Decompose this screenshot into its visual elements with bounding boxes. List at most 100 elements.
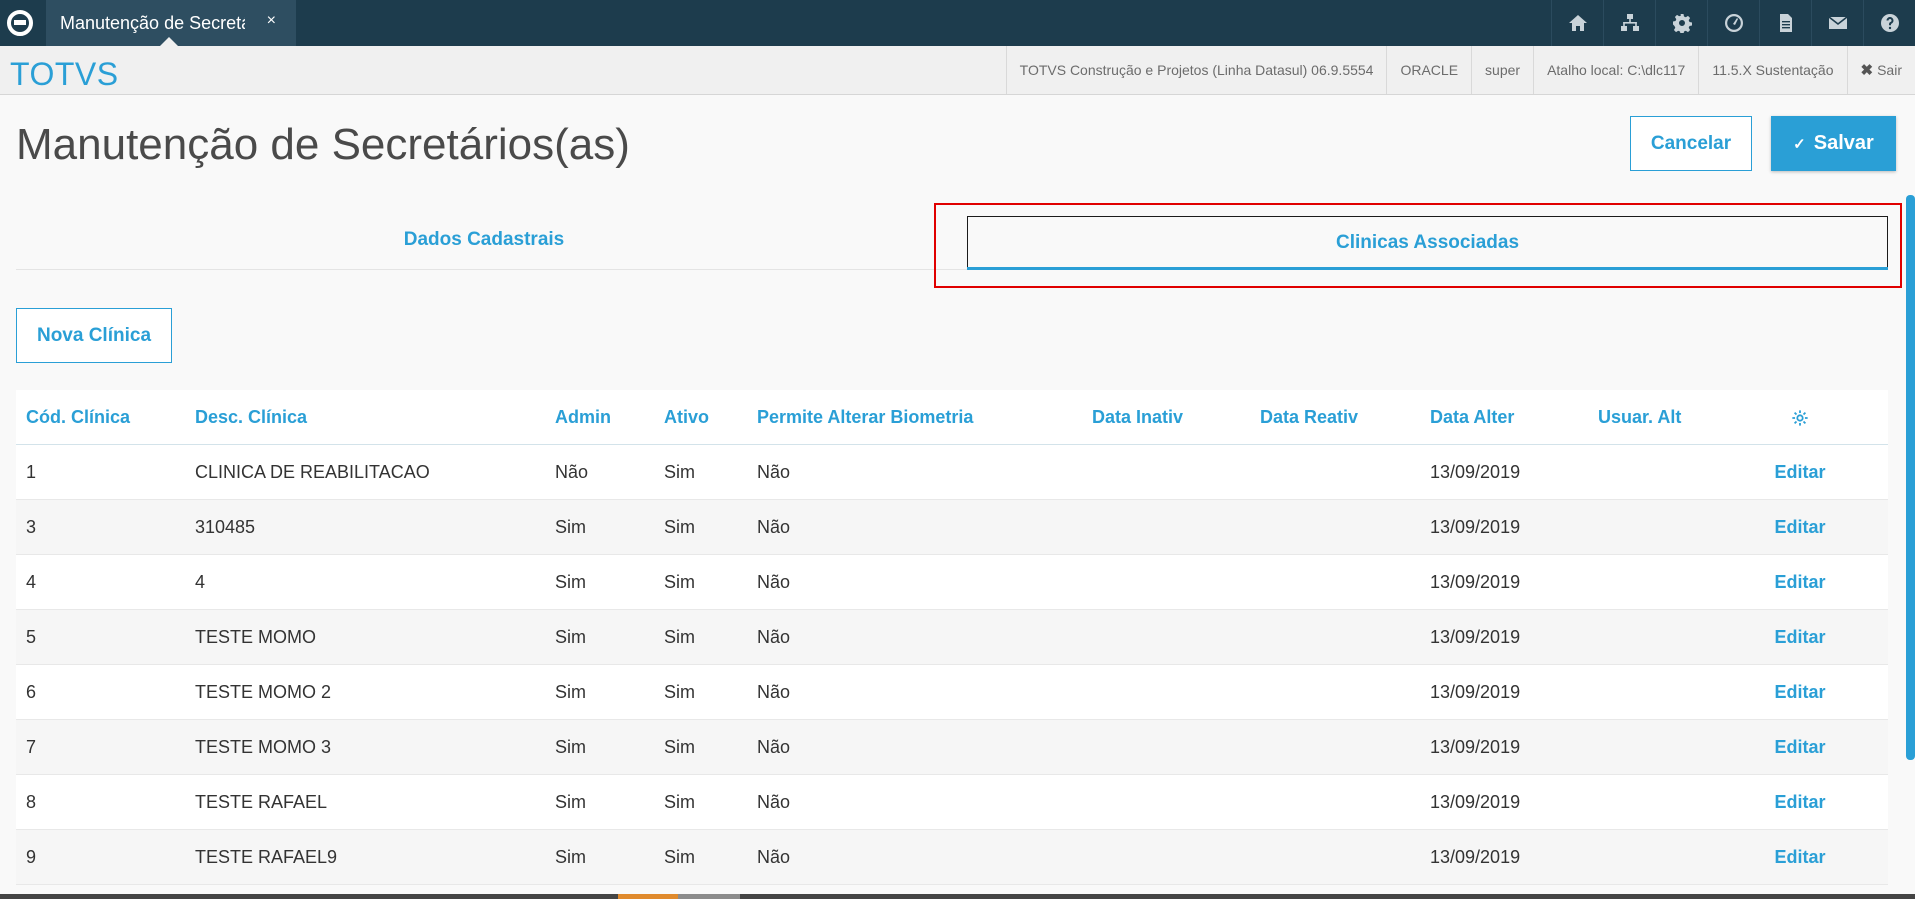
cell-desc: TESTE MOMO [195, 627, 316, 647]
table-header: Cód. Clínica Desc. Clínica Admin Ativo P… [16, 390, 1888, 445]
table-row: 8 TESTE RAFAEL Sim Sim Não 13/09/2019 Ed… [16, 775, 1888, 830]
table-row: 3 310485 Sim Sim Não 13/09/2019 Editar [16, 500, 1888, 555]
header-admin[interactable]: Admin [555, 390, 611, 445]
header-ativo[interactable]: Ativo [664, 390, 709, 445]
header-data-inativ[interactable]: Data Inativ [1092, 390, 1183, 445]
cell-ativo: Sim [664, 682, 695, 702]
cell-biometria: Não [757, 462, 791, 482]
logout-button[interactable]: ✖ Sair [1846, 46, 1915, 94]
header-desc-clinica[interactable]: Desc. Clínica [195, 390, 307, 445]
table-row: 5 TESTE MOMO Sim Sim Não 13/09/2019 Edit… [16, 610, 1888, 665]
table-row: 9 TESTE RAFAEL9 Sim Sim Não 13/09/2019 E… [16, 830, 1888, 885]
cell-desc: 310485 [195, 517, 256, 537]
cell-data-alter: 13/09/2019 [1430, 517, 1521, 537]
taskbar-item-active[interactable] [618, 894, 678, 899]
save-button[interactable]: ✓ Salvar [1771, 116, 1896, 171]
cell-ativo: Sim [664, 627, 695, 647]
cell-biometria: Não [757, 572, 791, 592]
version-info: 11.5.X Sustentação [1698, 46, 1846, 94]
cell-data-alter: 13/09/2019 [1430, 737, 1521, 757]
cell-cod: 1 [26, 462, 37, 482]
program-tab[interactable]: Manutenção de Secretários(as) × [46, 0, 296, 46]
cell-biometria: Não [757, 792, 791, 812]
cell-data-alter: 13/09/2019 [1430, 627, 1521, 647]
bottom-taskbar [0, 894, 1915, 899]
close-tab-icon[interactable]: × [267, 12, 276, 30]
save-label: Salvar [1813, 132, 1874, 154]
sitemap-icon[interactable] [1603, 0, 1655, 46]
cell-desc: TESTE MOMO 3 [195, 737, 332, 757]
help-icon[interactable] [1863, 0, 1915, 46]
cell-cod: 4 [26, 572, 37, 592]
table-row: 1 CLINICA DE REABILITACAO Não Sim Não 13… [16, 445, 1888, 500]
cell-cod: 9 [26, 847, 37, 867]
highlight-box [934, 203, 1902, 288]
cell-ativo: Sim [664, 737, 695, 757]
session-info: TOTVS Construção e Projetos (Linha Datas… [1005, 46, 1915, 94]
logout-label: Sair [1877, 62, 1902, 78]
edit-link[interactable]: Editar [1770, 775, 1830, 830]
cell-admin: Sim [555, 682, 586, 702]
cell-admin: Sim [555, 572, 586, 592]
cell-cod: 7 [26, 737, 37, 757]
new-clinic-button[interactable]: Nova Clínica [16, 308, 172, 363]
cell-cod: 6 [26, 682, 37, 702]
cell-ativo: Sim [664, 792, 695, 812]
mail-icon[interactable] [1811, 0, 1863, 46]
dashboard-clock-icon[interactable] [1707, 0, 1759, 46]
cell-admin: Sim [555, 847, 586, 867]
cell-cod: 3 [26, 517, 37, 537]
header-permite-alterar-biometria[interactable]: Permite Alterar Biometria [757, 390, 973, 445]
gear-icon[interactable] [1770, 390, 1830, 445]
taskbar-item[interactable] [678, 894, 740, 899]
vertical-scrollbar[interactable] [1906, 195, 1915, 760]
cell-data-alter: 13/09/2019 [1430, 572, 1521, 592]
header-usuar-alt[interactable]: Usuar. Alt [1598, 390, 1681, 445]
table-row: 7 TESTE MOMO 3 Sim Sim Não 13/09/2019 Ed… [16, 720, 1888, 775]
cell-ativo: Sim [664, 517, 695, 537]
cell-biometria: Não [757, 517, 791, 537]
cell-ativo: Sim [664, 847, 695, 867]
cell-data-alter: 13/09/2019 [1430, 462, 1521, 482]
page-title: Manutenção de Secretários(as) [16, 120, 630, 169]
settings-gear-icon[interactable] [1655, 0, 1707, 46]
edit-link[interactable]: Editar [1770, 720, 1830, 775]
cell-admin: Sim [555, 792, 586, 812]
cell-data-alter: 13/09/2019 [1430, 847, 1521, 867]
edit-link[interactable]: Editar [1770, 555, 1830, 610]
cell-desc: CLINICA DE REABILITACAO [195, 462, 430, 482]
brand-logo-text: TOTVS [10, 56, 119, 92]
cell-admin: Sim [555, 627, 586, 647]
top-icon-group [1551, 0, 1915, 46]
tab-dados-cadastrais[interactable]: Dados Cadastrais [16, 210, 952, 270]
cell-data-alter: 13/09/2019 [1430, 682, 1521, 702]
edit-link[interactable]: Editar [1770, 445, 1830, 500]
cell-desc: TESTE RAFAEL [195, 792, 328, 812]
tab-notch [160, 37, 178, 46]
cell-admin: Não [555, 462, 589, 482]
database-info: ORACLE [1386, 46, 1471, 94]
close-icon: ✖ [1860, 62, 1874, 79]
product-info: TOTVS Construção e Projetos (Linha Datas… [1005, 46, 1387, 94]
user-info: super [1471, 46, 1533, 94]
edit-link[interactable]: Editar [1770, 610, 1830, 665]
header-data-alter[interactable]: Data Alter [1430, 390, 1514, 445]
cell-cod: 5 [26, 627, 37, 647]
cell-desc: 4 [195, 572, 206, 592]
edit-link[interactable]: Editar [1770, 830, 1830, 885]
clinics-table: Cód. Clínica Desc. Clínica Admin Ativo P… [16, 390, 1888, 885]
header-cod-clinica[interactable]: Cód. Clínica [26, 390, 130, 445]
home-icon[interactable] [1551, 0, 1603, 46]
header-data-reativ[interactable]: Data Reativ [1260, 390, 1358, 445]
cell-ativo: Sim [664, 572, 695, 592]
program-tab-title: Manutenção de Secretários(as) [60, 12, 245, 33]
totvs-logo-icon[interactable] [0, 0, 40, 46]
cell-desc: TESTE RAFAEL9 [195, 847, 338, 867]
table-body: 1 CLINICA DE REABILITACAO Não Sim Não 13… [16, 445, 1888, 885]
cell-biometria: Não [757, 847, 791, 867]
shortcut-info: Atalho local: C:\dlc117 [1533, 46, 1698, 94]
edit-link[interactable]: Editar [1770, 500, 1830, 555]
cancel-button[interactable]: Cancelar [1630, 116, 1752, 171]
edit-link[interactable]: Editar [1770, 665, 1830, 720]
document-icon[interactable] [1759, 0, 1811, 46]
